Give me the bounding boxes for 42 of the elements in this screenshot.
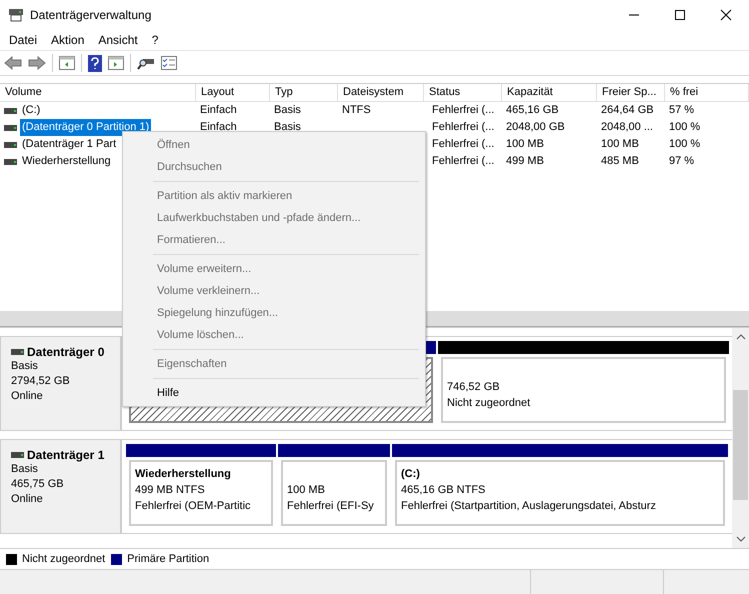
table-cell-text: 97 % bbox=[669, 154, 694, 169]
table-cell-text: Fehlerfrei (... bbox=[432, 137, 494, 152]
disk-size: 2794,52 GB bbox=[11, 374, 71, 389]
partition-info: Fehlerfrei (Startpartition, Auslagerungsdatei, Absturz bbox=[401, 499, 657, 514]
table-cell-text: 499 MB bbox=[506, 154, 544, 169]
partition-info: 499 MB NTFS bbox=[135, 483, 206, 498]
table-cell-text: 57 % bbox=[669, 103, 694, 118]
table-cell-text: Basis bbox=[274, 120, 301, 135]
table-cell-text: Einfach bbox=[200, 103, 237, 118]
table-cell-text: Einfach bbox=[200, 120, 237, 135]
table-cell-text: 100 MB bbox=[506, 137, 544, 152]
partition-title: Wiederherstellung bbox=[135, 467, 232, 482]
table-cell-text: 100 MB bbox=[601, 137, 639, 152]
table-cell-text: NTFS bbox=[342, 103, 371, 118]
window-title: Datenträgerverwaltung bbox=[30, 8, 152, 22]
disk-status: Online bbox=[11, 492, 44, 507]
partition-info: 100 MB bbox=[287, 483, 326, 498]
table-cell-text: 100 % bbox=[669, 137, 700, 152]
disk-name: Datenträger 1 bbox=[27, 448, 104, 462]
legend-label: Nicht zugeordnet bbox=[22, 553, 106, 565]
legend-label: Primäre Partition bbox=[127, 553, 210, 565]
table-cell-text: 2048,00 ... bbox=[601, 120, 653, 135]
table-cell-text: Basis bbox=[274, 103, 301, 118]
table-cell-text: 2048,00 GB bbox=[506, 120, 565, 135]
disk-type: Basis bbox=[11, 462, 39, 477]
table-cell-text: Fehlerfrei (... bbox=[432, 120, 494, 135]
partition-info: 746,52 GB bbox=[447, 380, 501, 395]
partition-info: Fehlerfrei (EFI-Sy bbox=[287, 499, 375, 514]
disk-type: Basis bbox=[11, 359, 39, 374]
partition-title: (C:) bbox=[401, 467, 421, 482]
table-cell-text: 485 MB bbox=[601, 154, 639, 169]
disk-size: 465,75 GB bbox=[11, 477, 65, 492]
table-cell-text: 465,16 GB bbox=[506, 103, 559, 118]
partition-info: 465,16 GB NTFS bbox=[401, 483, 486, 498]
table-cell-text: Fehlerfrei (... bbox=[432, 103, 494, 118]
table-cell-text: 100 % bbox=[669, 120, 700, 135]
table-cell-text: 264,64 GB bbox=[601, 103, 654, 118]
disk-status: Online bbox=[11, 389, 44, 404]
table-cell-text: Fehlerfrei (... bbox=[432, 154, 494, 169]
partition-info: Fehlerfrei (OEM-Partitic bbox=[135, 499, 252, 514]
disk-name: Datenträger 0 bbox=[27, 345, 104, 359]
partition-info: Nicht zugeordnet bbox=[447, 396, 532, 411]
